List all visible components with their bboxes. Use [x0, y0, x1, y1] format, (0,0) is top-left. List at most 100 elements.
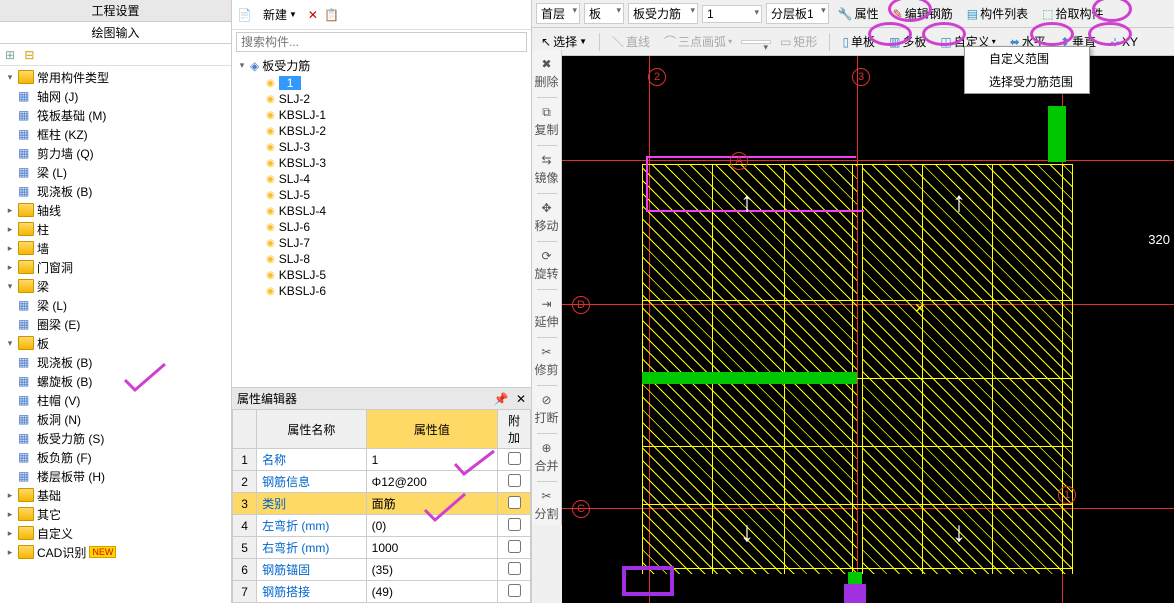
edit-rebar-button[interactable]: ✎编辑钢筋: [888, 2, 958, 25]
delete-icon[interactable]: ✕: [308, 8, 318, 22]
tree-item[interactable]: ▸轴线: [2, 201, 229, 220]
collapse-icon[interactable]: ⊟: [24, 48, 38, 62]
empty-combo[interactable]: [741, 40, 771, 44]
single-board-button[interactable]: ▯单板: [837, 30, 880, 53]
vtoolbar-旋转[interactable]: ⟳旋转: [534, 246, 560, 285]
prop-checkbox[interactable]: [508, 496, 521, 509]
tree-item[interactable]: ▦现浇板 (B): [2, 182, 229, 201]
multi-board-button[interactable]: ▥多板: [884, 30, 931, 53]
vtoolbar-分割[interactable]: ✂分割: [534, 486, 560, 525]
tree-item[interactable]: ▦梁 (L): [2, 296, 229, 315]
expand-icon[interactable]: ⊞: [5, 48, 19, 62]
list-item[interactable]: ◉SLJ-3: [234, 139, 529, 155]
tree-item[interactable]: ▸其它: [2, 505, 229, 524]
component-tree[interactable]: ▾常用构件类型▦轴网 (J)▦筏板基础 (M)▦框柱 (KZ)▦剪力墙 (Q)▦…: [0, 66, 231, 603]
tab-draw-input[interactable]: 绘图输入: [0, 22, 231, 44]
layer-combo[interactable]: 分层板1: [766, 3, 829, 24]
prop-checkbox[interactable]: [508, 540, 521, 553]
rect-button[interactable]: ▭矩形: [775, 30, 822, 53]
list-item[interactable]: ◉SLJ-6: [234, 219, 529, 235]
list-item[interactable]: ◉KBSLJ-2: [234, 123, 529, 139]
canvas[interactable]: ↑ ↑ ↓ ↓ 2 3 A D C 1 320 ✕: [562, 56, 1174, 603]
vtoolbar-移动[interactable]: ✥移动: [534, 198, 560, 237]
list-item[interactable]: ◉SLJ-5: [234, 187, 529, 203]
dropdown-custom-range[interactable]: 自定义范围: [965, 47, 1089, 70]
tree-item[interactable]: ▾梁: [2, 277, 229, 296]
item-combo[interactable]: 1: [702, 5, 762, 23]
tree-item[interactable]: ▸CAD识别NEW: [2, 543, 229, 562]
prop-row[interactable]: 5右弯折 (mm)1000: [233, 537, 531, 559]
search-input[interactable]: [236, 32, 527, 52]
prop-checkbox[interactable]: [508, 584, 521, 597]
list-item[interactable]: ◉SLJ-8: [234, 251, 529, 267]
prop-row[interactable]: 4左弯折 (mm)(0): [233, 515, 531, 537]
vtoolbar-镜像[interactable]: ⇆镜像: [534, 150, 560, 189]
prop-checkbox[interactable]: [508, 562, 521, 575]
list-item[interactable]: ◉KBSLJ-6: [234, 283, 529, 299]
tree-item[interactable]: ▦圈梁 (E): [2, 315, 229, 334]
subcategory-combo[interactable]: 板受力筋: [628, 3, 698, 24]
axis-1: 1: [1058, 486, 1076, 504]
component-list[interactable]: ▾◈板受力筋◉1◉SLJ-2◉KBSLJ-1◉KBSLJ-2◉SLJ-3◉KBS…: [232, 54, 531, 387]
list-item[interactable]: ◉KBSLJ-5: [234, 267, 529, 283]
tree-item[interactable]: ▦板洞 (N): [2, 410, 229, 429]
vtoolbar-合并[interactable]: ⊕合并: [534, 438, 560, 477]
tree-item[interactable]: ▸基础: [2, 486, 229, 505]
new-icon[interactable]: 📄: [237, 8, 252, 22]
vtoolbar-打断[interactable]: ⊘打断: [534, 390, 560, 429]
prop-checkbox[interactable]: [508, 452, 521, 465]
dropdown-select-rebar-range[interactable]: 选择受力筋范围: [965, 70, 1089, 93]
prop-row[interactable]: 1名称1: [233, 449, 531, 471]
tree-item[interactable]: ▦柱帽 (V): [2, 391, 229, 410]
property-table[interactable]: 属性名称 属性值 附加 1名称12钢筋信息Φ12@2003类别面筋4左弯折 (m…: [232, 409, 531, 603]
tree-item[interactable]: ▸门窗洞: [2, 258, 229, 277]
prop-checkbox[interactable]: [508, 474, 521, 487]
tree-item[interactable]: ▦板受力筋 (S): [2, 429, 229, 448]
tab-settings[interactable]: 工程设置: [0, 0, 231, 22]
copy-icon[interactable]: 📋: [324, 8, 339, 22]
tree-item[interactable]: ▦板负筋 (F): [2, 448, 229, 467]
pin-icon[interactable]: 📌: [494, 392, 509, 406]
list-item[interactable]: ◉KBSLJ-3: [234, 155, 529, 171]
arc-button[interactable]: ⌒三点画弧▾: [659, 30, 737, 53]
tree-item[interactable]: ▦螺旋板 (B): [2, 372, 229, 391]
list-root[interactable]: ▾◈板受力筋: [234, 56, 529, 75]
tree-item[interactable]: ▸墙: [2, 239, 229, 258]
vtoolbar-复制[interactable]: ⧉复制: [534, 102, 560, 141]
tree-item[interactable]: ▦轴网 (J): [2, 87, 229, 106]
list-item[interactable]: ◉1: [234, 75, 529, 91]
prop-row[interactable]: 2钢筋信息Φ12@200: [233, 471, 531, 493]
list-button[interactable]: ▤构件列表: [962, 2, 1033, 25]
line-button[interactable]: ＼直线: [607, 30, 655, 53]
props-button[interactable]: 🔧属性: [833, 2, 884, 25]
tree-item[interactable]: ▦楼层板带 (H): [2, 467, 229, 486]
list-item[interactable]: ◉KBSLJ-1: [234, 107, 529, 123]
tree-item[interactable]: ▾板: [2, 334, 229, 353]
pick-button[interactable]: ⬚拾取构件: [1037, 2, 1108, 25]
list-item[interactable]: ◉KBSLJ-4: [234, 203, 529, 219]
floor-combo[interactable]: 首层: [536, 3, 580, 24]
tree-item[interactable]: ▾常用构件类型: [2, 68, 229, 87]
category-combo[interactable]: 板: [584, 3, 624, 24]
tree-item[interactable]: ▦框柱 (KZ): [2, 125, 229, 144]
tree-item[interactable]: ▦剪力墙 (Q): [2, 144, 229, 163]
vtoolbar-修剪[interactable]: ✂修剪: [534, 342, 560, 381]
list-item[interactable]: ◉SLJ-2: [234, 91, 529, 107]
list-item[interactable]: ◉SLJ-4: [234, 171, 529, 187]
new-button[interactable]: 新建 ▼: [258, 3, 302, 26]
prop-row[interactable]: 6钢筋锚固(35): [233, 559, 531, 581]
vtoolbar-延伸[interactable]: ⇥延伸: [534, 294, 560, 333]
close-icon[interactable]: ✕: [516, 392, 526, 406]
tree-item[interactable]: ▸自定义: [2, 524, 229, 543]
list-item[interactable]: ◉SLJ-7: [234, 235, 529, 251]
prop-row[interactable]: 7钢筋搭接(49): [233, 581, 531, 603]
prop-row[interactable]: 3类别面筋: [233, 493, 531, 515]
tree-item[interactable]: ▦现浇板 (B): [2, 353, 229, 372]
vtoolbar-删除[interactable]: ✖删除: [534, 54, 560, 93]
custom-dropdown[interactable]: 自定义范围 选择受力筋范围: [964, 46, 1090, 94]
tree-item[interactable]: ▦筏板基础 (M): [2, 106, 229, 125]
tree-item[interactable]: ▸柱: [2, 220, 229, 239]
prop-checkbox[interactable]: [508, 518, 521, 531]
tree-item[interactable]: ▦梁 (L): [2, 163, 229, 182]
xy-button[interactable]: ⊹XY: [1105, 32, 1143, 52]
